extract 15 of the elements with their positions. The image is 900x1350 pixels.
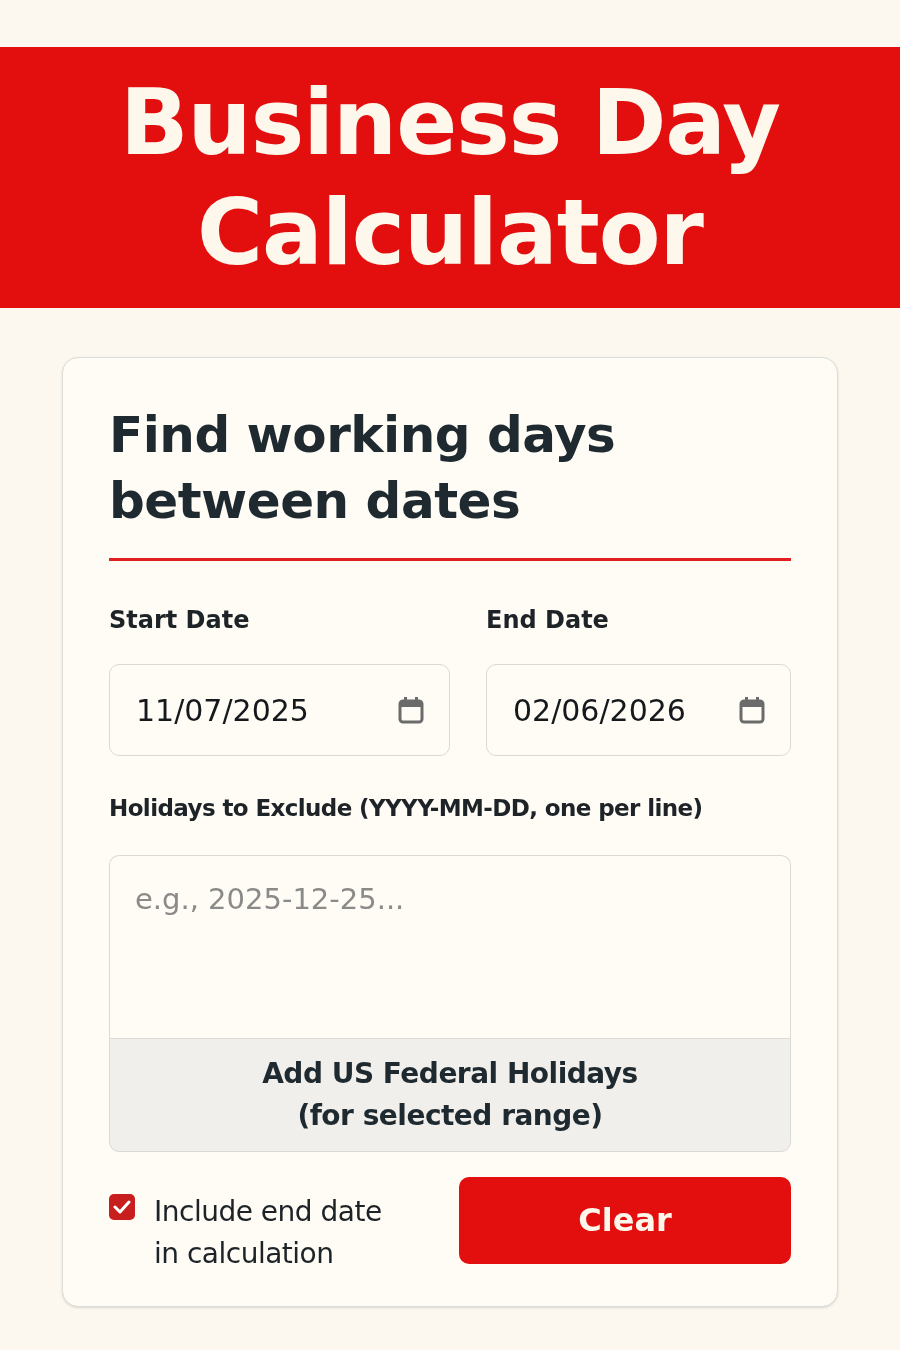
checkbox[interactable]: [109, 1193, 135, 1220]
add-holidays-button[interactable]: Add US Federal Holidays (for selected range): [109, 1037, 791, 1152]
card-heading: Find working days between dates: [109, 405, 617, 532]
calendar-icon[interactable]: [739, 696, 765, 724]
holidays-label: Holidays to Exclude (YYYY-MM-DD, one per line): [109, 794, 704, 823]
date-field[interactable]: 11/07/2025: [109, 664, 450, 756]
field-label: End Date: [486, 605, 610, 635]
calendar-icon[interactable]: [398, 696, 424, 724]
clear-button[interactable]: Clear: [459, 1176, 791, 1264]
field-label: Start Date: [109, 605, 251, 635]
date-field[interactable]: 02/06/2026: [486, 664, 791, 756]
holidays-textarea[interactable]: e.g., 2025-12-25...: [109, 854, 791, 1038]
checkbox-label: Include end date in calculation: [154, 1193, 383, 1272]
page-title: Business Day Calculator: [119, 68, 781, 287]
checkmark-icon: [113, 1199, 131, 1214]
